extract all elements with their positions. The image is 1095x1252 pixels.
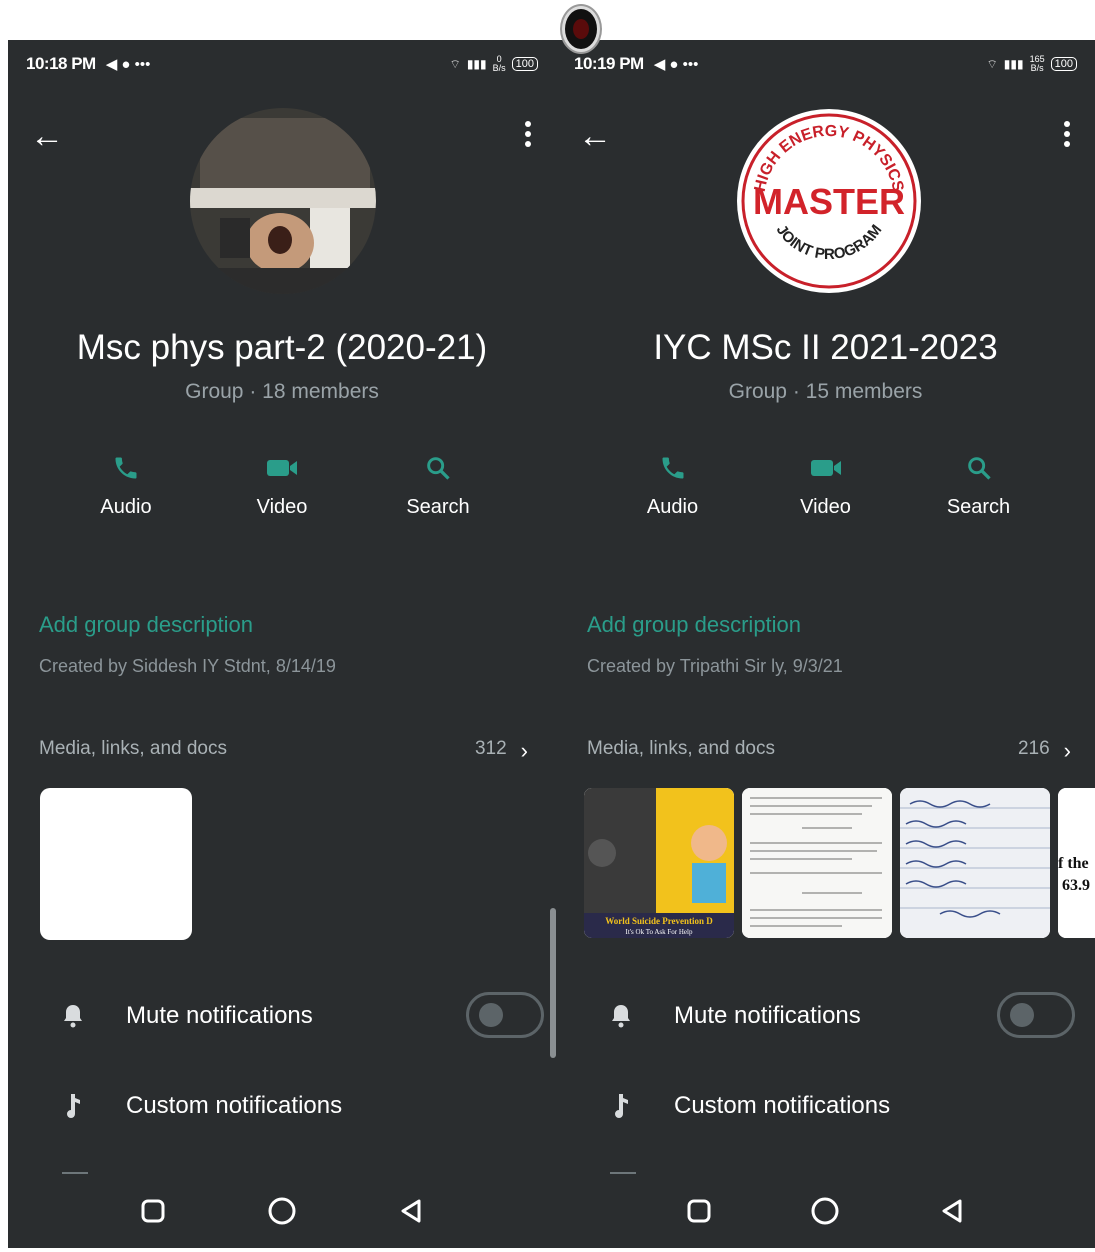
video-label: Video <box>256 496 308 518</box>
battery-indicator: 100 <box>1050 57 1077 71</box>
mute-notifications-row[interactable]: Mute notifications <box>556 986 1095 1046</box>
toggle-knob <box>1010 1003 1034 1027</box>
search-button[interactable]: Search <box>914 448 1044 519</box>
add-description-link[interactable]: Add group description <box>587 612 801 638</box>
audio-label: Audio <box>646 496 699 518</box>
video-call-button[interactable]: Video <box>217 448 347 519</box>
chevron-right-icon: › <box>1063 738 1071 763</box>
nav-bar <box>8 1174 556 1248</box>
phone-icon <box>608 448 738 488</box>
custom-notifications-row[interactable]: Custom notifications <box>8 1076 556 1136</box>
bell-icon <box>58 1003 88 1029</box>
status-right: ⌔ ▮▮▮ 0 B/s 100 <box>450 55 538 73</box>
search-label: Search <box>946 496 1011 518</box>
group-avatar-logo[interactable]: HIGH ENERGY PHYSICS MASTER JOINT PROGRAM <box>736 108 922 294</box>
video-camera-icon <box>217 448 347 488</box>
media-label: Media, links, and docs <box>39 738 227 759</box>
more-options-icon[interactable] <box>1057 118 1077 154</box>
chevron-right-icon: › <box>520 738 528 763</box>
search-button[interactable]: Search <box>373 448 503 519</box>
thumb-caption: World Suicide Prevention D <box>605 916 713 926</box>
recents-square-icon[interactable] <box>133 1191 173 1231</box>
notification-icons: ◀ ● ••• <box>105 56 151 73</box>
video-call-button[interactable]: Video <box>761 448 891 519</box>
created-by-text: Created by Tripathi Sir ly, 9/3/21 <box>587 656 843 676</box>
status-time: 10:19 PM <box>574 54 644 73</box>
wifi-icon: ⌔ <box>986 56 998 71</box>
video-label: Video <box>800 496 851 518</box>
action-row: Audio Video Search <box>556 448 1095 519</box>
music-note-icon <box>606 1092 636 1120</box>
media-count: 216 <box>1017 738 1050 759</box>
group-name: Msc phys part-2 (2020-21) <box>76 328 488 367</box>
front-camera <box>562 6 600 52</box>
nav-bar <box>556 1174 1095 1248</box>
home-circle-icon[interactable] <box>262 1191 302 1231</box>
more-options-icon[interactable] <box>518 118 538 154</box>
phone-screen-right: 10:19 PM ◀ ● ••• ⌔ ▮▮▮ 165 B/s 100 ← HIGH… <box>556 40 1095 1248</box>
media-thumbnail[interactable]: World Suicide Prevention D It's Ok To As… <box>584 788 734 938</box>
recents-square-icon[interactable] <box>679 1191 719 1231</box>
media-links-docs-row[interactable]: Media, links, and docs 216 › <box>587 738 1071 764</box>
media-thumbnail[interactable] <box>742 788 892 938</box>
phone-icon <box>61 448 191 488</box>
group-member-count: Group · 18 members <box>185 380 379 403</box>
back-arrow-icon[interactable]: ← <box>578 116 618 156</box>
search-icon <box>914 448 1044 488</box>
battery-indicator: 100 <box>511 57 538 71</box>
media-links-docs-row[interactable]: Media, links, and docs 312 › <box>39 738 528 764</box>
audio-call-button[interactable]: Audio <box>608 448 738 519</box>
mute-toggle[interactable] <box>997 992 1075 1038</box>
mute-notifications-row[interactable]: Mute notifications <box>8 986 556 1046</box>
media-thumbnail[interactable]: f the 63.9 <box>1058 788 1095 938</box>
media-label: Media, links, and docs <box>587 738 775 759</box>
media-count: 312 <box>474 738 507 759</box>
notification-icons: ◀ ● ••• <box>653 56 699 73</box>
mute-label: Mute notifications <box>126 1002 313 1029</box>
mute-label: Mute notifications <box>674 1002 861 1029</box>
group-avatar[interactable] <box>190 108 376 294</box>
created-by-text: Created by Siddesh IY Stdnt, 8/14/19 <box>39 656 336 676</box>
custom-notifications-row[interactable]: Custom notifications <box>556 1076 1095 1136</box>
thumb-subcaption: It's Ok To Ask For Help <box>626 928 693 936</box>
net-speed: 0 B/s <box>492 54 506 73</box>
home-circle-icon[interactable] <box>805 1191 845 1231</box>
bell-icon <box>606 1003 636 1029</box>
status-time: 10:18 PM <box>26 54 96 73</box>
back-triangle-icon[interactable] <box>391 1191 431 1231</box>
search-icon <box>373 448 503 488</box>
add-description-link[interactable]: Add group description <box>39 612 253 638</box>
custom-label: Custom notifications <box>126 1092 343 1119</box>
status-bar: 10:19 PM ◀ ● ••• ⌔ ▮▮▮ 165 B/s 100 <box>556 46 1095 82</box>
toggle-knob <box>479 1003 503 1027</box>
search-label: Search <box>406 496 470 518</box>
status-right: ⌔ ▮▮▮ 165 B/s 100 <box>987 55 1077 73</box>
mute-toggle[interactable] <box>466 992 544 1038</box>
wifi-icon: ⌔ <box>449 56 461 71</box>
phone-screen-left: 10:18 PM ◀ ● ••• ⌔ ▮▮▮ 0 B/s 100 ← Msc ph… <box>8 40 556 1248</box>
thumb-text: 63.9 <box>1062 877 1090 894</box>
logo-master-text: MASTER <box>753 181 905 222</box>
media-thumbnail[interactable] <box>900 788 1050 938</box>
audio-call-button[interactable]: Audio <box>61 448 191 519</box>
custom-label: Custom notifications <box>674 1092 891 1119</box>
thumb-text: f the <box>1058 855 1089 872</box>
back-arrow-icon[interactable]: ← <box>30 116 70 156</box>
media-thumbnails: World Suicide Prevention D It's Ok To As… <box>584 788 1095 938</box>
group-member-count: Group · 15 members <box>728 380 923 403</box>
music-note-icon <box>58 1092 88 1120</box>
action-row: Audio Video Search <box>8 448 556 519</box>
signal-icon: ▮▮▮ <box>466 57 487 71</box>
group-name: IYC MSc II 2021-2023 <box>653 328 998 367</box>
video-camera-icon <box>761 448 891 488</box>
back-triangle-icon[interactable] <box>932 1191 972 1231</box>
signal-icon: ▮▮▮ <box>1003 57 1024 71</box>
media-thumbnail[interactable] <box>40 788 192 940</box>
net-speed: 165 B/s <box>1029 54 1045 73</box>
audio-label: Audio <box>100 496 152 518</box>
status-bar: 10:18 PM ◀ ● ••• ⌔ ▮▮▮ 0 B/s 100 <box>8 46 556 82</box>
